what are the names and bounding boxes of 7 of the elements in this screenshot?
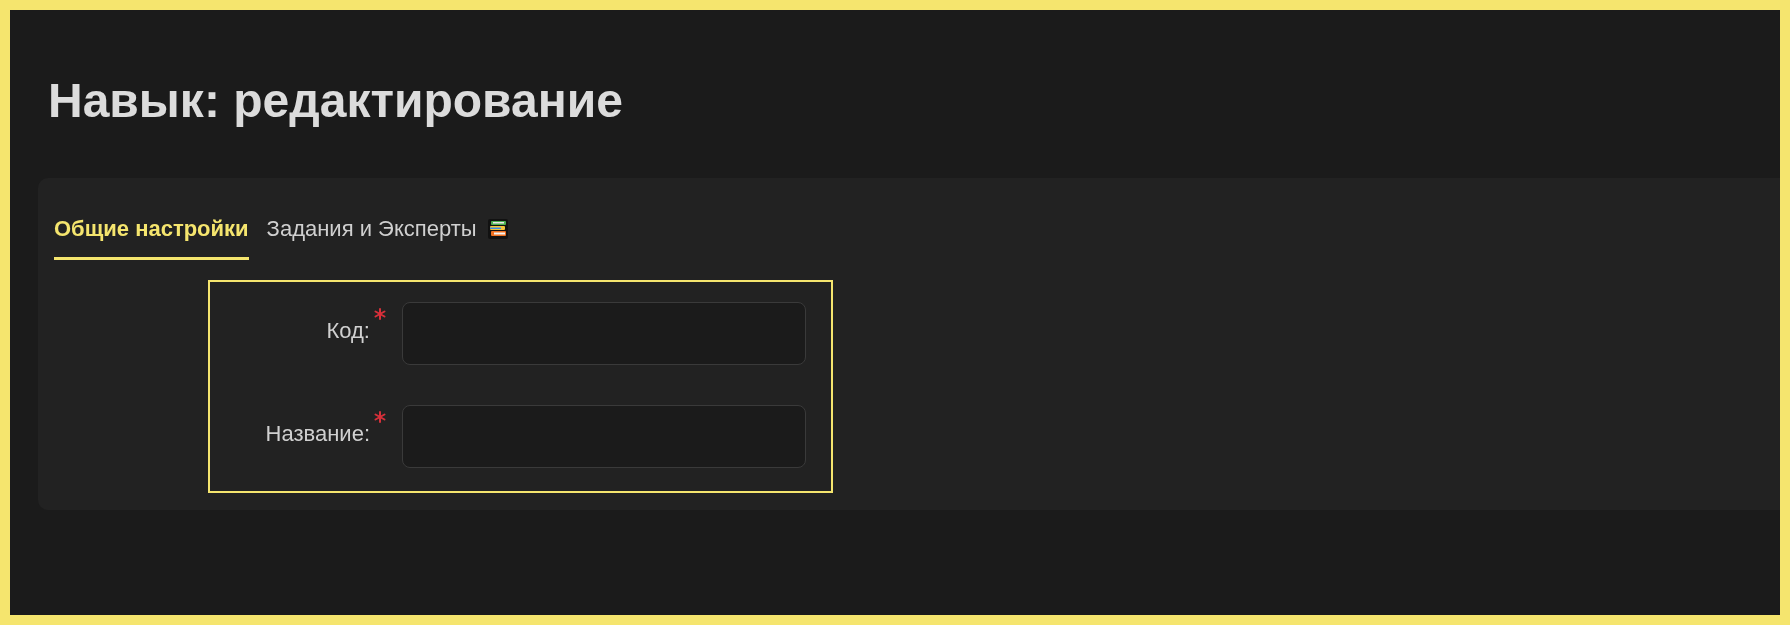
tab[interactable]: Общие настройки (54, 205, 249, 260)
field-label: Код: (325, 316, 370, 344)
field-label: Название: (264, 419, 370, 447)
page-title: Навык: редактирование (48, 73, 624, 129)
input-field[interactable] (402, 301, 806, 365)
input-field[interactable] (402, 404, 806, 468)
tab[interactable]: Задания и Эксперты (266, 205, 509, 260)
